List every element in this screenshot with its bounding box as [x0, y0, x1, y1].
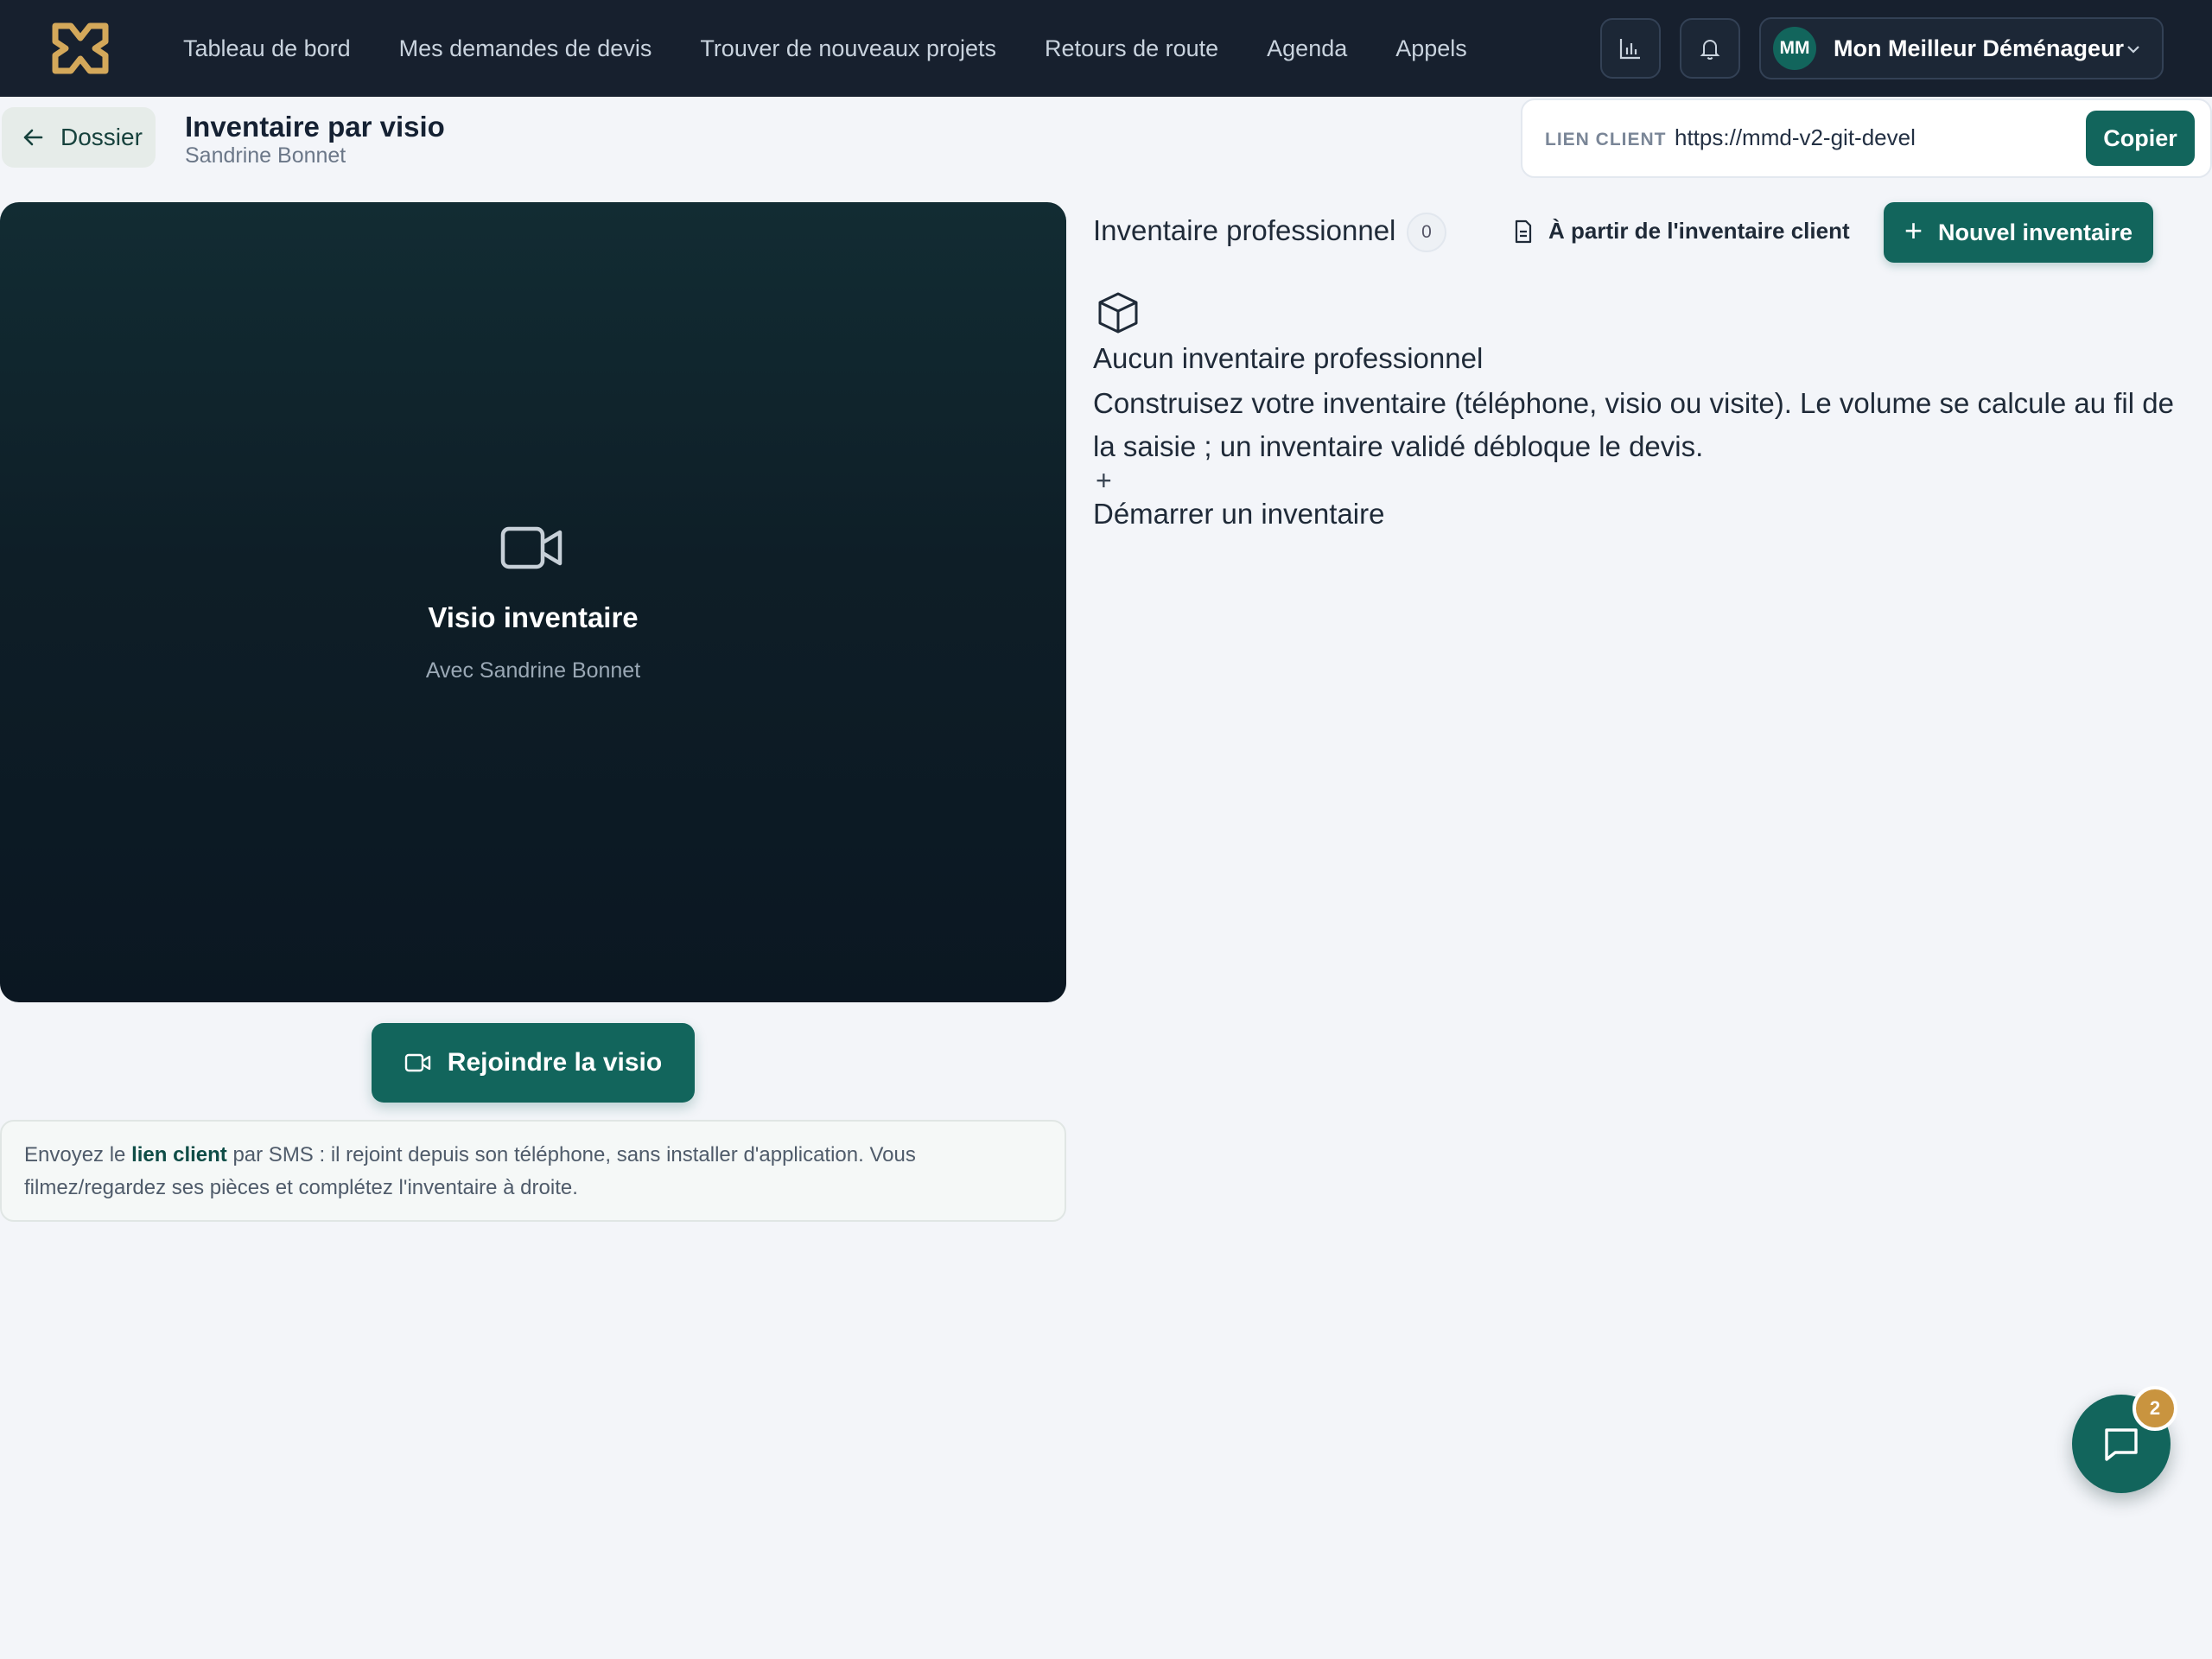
notifications-button[interactable] [1680, 18, 1740, 79]
empty-state-description: Construisez votre inventaire (téléphone,… [1093, 387, 2174, 462]
bell-icon [1700, 40, 1720, 60]
bar-chart-icon [1619, 39, 1640, 60]
copy-button[interactable]: Copier [2086, 111, 2195, 166]
account-name: Mon Meilleur Déménageur [1834, 35, 2125, 61]
chevron-down-icon [2127, 46, 2139, 54]
arrow-left-icon [23, 129, 43, 146]
video-subtitle: Avec Sandrine Bonnet [425, 658, 641, 683]
video-panel: Visio inventaire Avec Sandrine Bonnet [0, 202, 1066, 1002]
new-inventory-button[interactable]: + Nouvel inventaire [1884, 202, 2153, 263]
video-title: Visio inventaire [428, 601, 639, 633]
inventory-count-badge: 0 [1407, 213, 1446, 252]
nav-link-agenda[interactable]: Agenda [1267, 35, 1347, 62]
nav-link-calls[interactable]: Appels [1395, 35, 1467, 62]
back-to-dossier-button[interactable]: Dossier [2, 107, 156, 168]
video-camera-icon [404, 1053, 430, 1072]
nav-link-dashboard[interactable]: Tableau de bord [183, 35, 351, 62]
from-client-label: À partir de l'inventaire client [1548, 218, 1850, 244]
start-inventory-link[interactable]: Démarrer un inventaire [1093, 498, 1384, 531]
info-box: Envoyez le lien client par SMS : il rejo… [0, 1120, 1066, 1222]
back-label: Dossier [60, 124, 143, 150]
chat-unread-badge: 2 [2133, 1386, 2177, 1431]
video-camera-icon [500, 526, 563, 569]
from-client-inventory-button[interactable]: À partir de l'inventaire client [1514, 218, 1850, 245]
client-link-box: LIEN CLIENT https://mmd-v2-git-develop-m… [1521, 99, 2212, 178]
client-link-url[interactable]: https://mmd-v2-git-develop-monte-meuk [1675, 124, 1916, 152]
inventory-title: Inventaire professionnel [1093, 214, 1396, 246]
nav-link-return-trips[interactable]: Retours de route [1045, 35, 1218, 62]
avatar: MM [1773, 27, 1816, 70]
account-menu[interactable]: MM Mon Meilleur Déménageur [1759, 17, 2164, 79]
join-video-label: Rejoindre la visio [447, 1048, 663, 1077]
chat-bubble-icon [2105, 1428, 2138, 1461]
plus-icon: + [1904, 213, 1923, 248]
empty-state-title: Aucun inventaire professionnel [1093, 342, 1484, 374]
page-title: Inventaire par visio [185, 111, 445, 143]
page-subtitle: Sandrine Bonnet [185, 143, 346, 168]
top-nav: Tableau de bord Mes demandes de devis Tr… [0, 0, 2212, 97]
document-icon [1515, 219, 1532, 243]
nav-links: Tableau de bord Mes demandes de devis Tr… [183, 0, 1516, 97]
nav-link-quote-requests[interactable]: Mes demandes de devis [399, 35, 652, 62]
plus-icon[interactable]: + [1096, 465, 1112, 497]
client-link-mention: lien client [131, 1143, 227, 1166]
new-inventory-label: Nouvel inventaire [1937, 219, 2133, 245]
cube-icon [1098, 292, 1138, 334]
client-link-label: LIEN CLIENT [1545, 130, 1667, 149]
nav-link-find-projects[interactable]: Trouver de nouveaux projets [700, 35, 996, 62]
join-video-button[interactable]: Rejoindre la visio [372, 1023, 695, 1103]
stats-button[interactable] [1600, 18, 1661, 79]
brand-logo-icon[interactable] [52, 22, 109, 74]
info-text-prefix: Envoyez le [24, 1143, 132, 1166]
